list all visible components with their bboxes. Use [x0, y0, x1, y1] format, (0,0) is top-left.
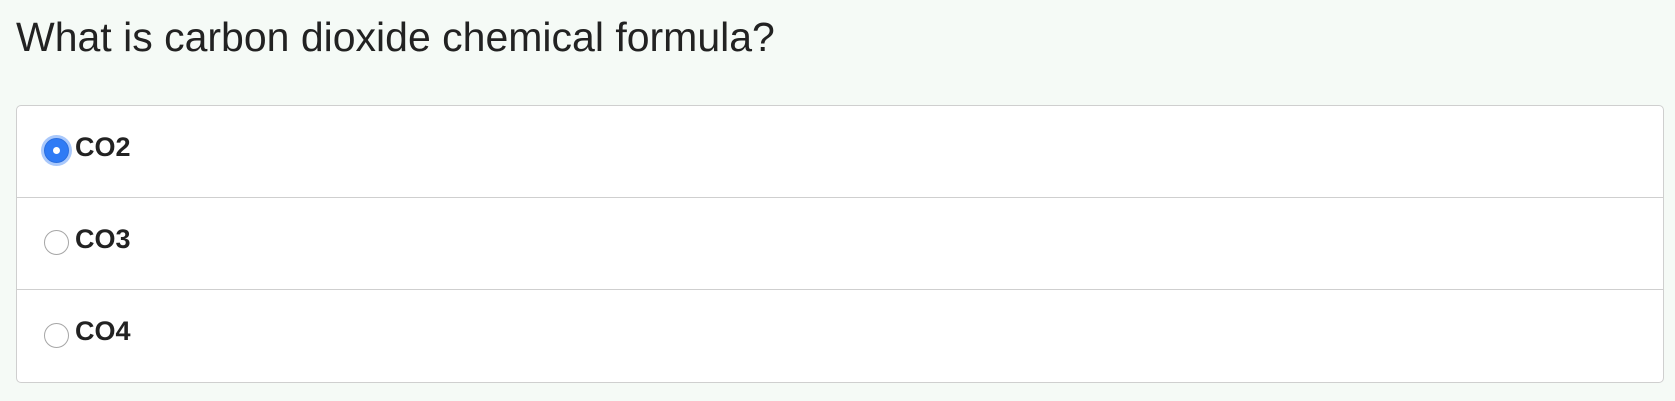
radio-button-selected[interactable]: [44, 138, 69, 163]
question-title: What is carbon dioxide chemical formula?: [16, 14, 775, 60]
answer-option-label: CO2: [75, 131, 131, 162]
radio-button[interactable]: [44, 322, 69, 348]
answer-option[interactable]: CO3: [17, 198, 1663, 290]
answer-option[interactable]: CO4: [17, 290, 1663, 382]
radio-dot-icon: [53, 147, 60, 154]
answer-option-label: CO4: [75, 316, 131, 346]
answer-option[interactable]: CO2: [17, 106, 1663, 198]
answer-options-list: CO2 CO3 CO4: [16, 105, 1664, 383]
radio-button[interactable]: [44, 230, 69, 255]
answer-option-label: CO3: [75, 223, 131, 254]
